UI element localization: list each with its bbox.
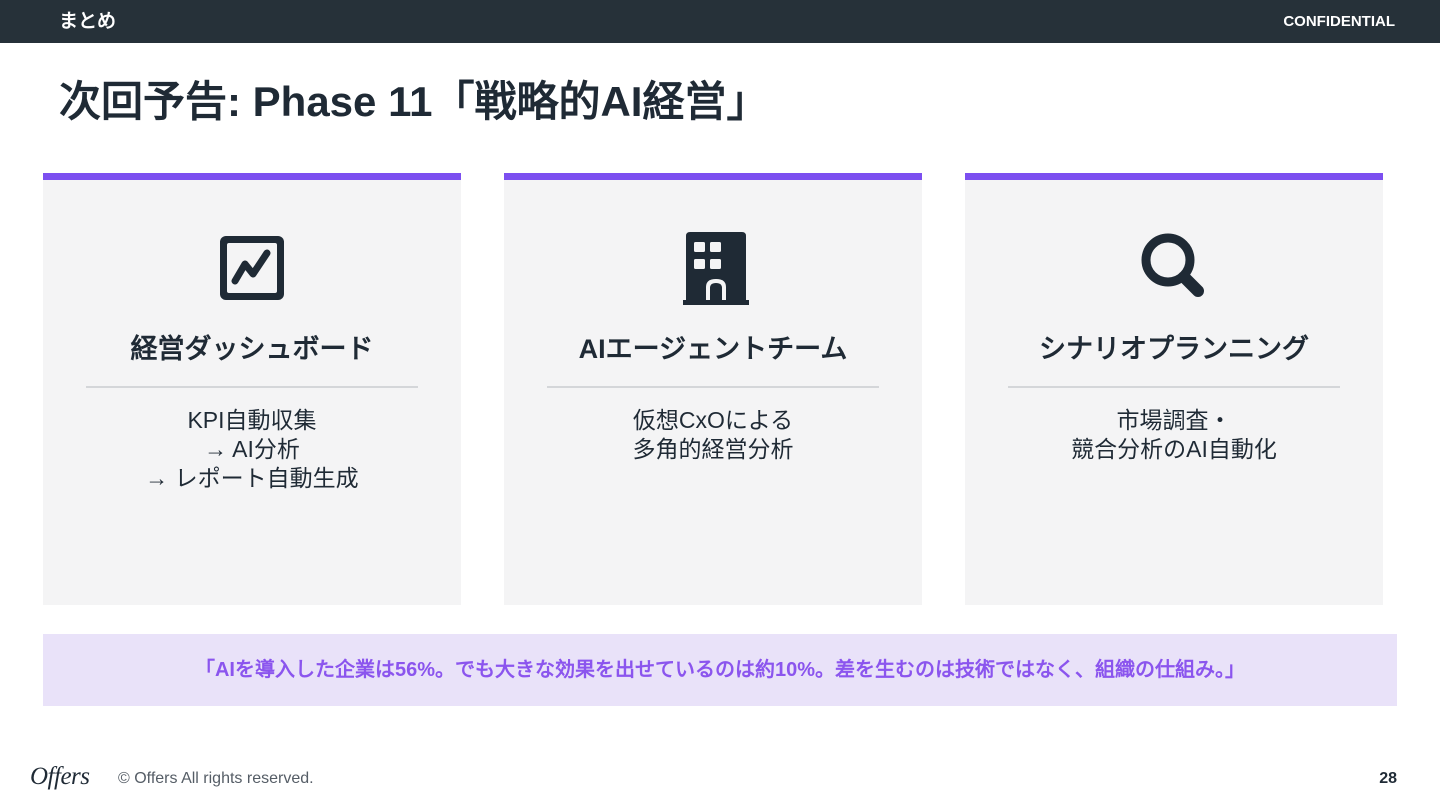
copyright-text: © Offers All rights reserved. (118, 770, 314, 787)
company-logo: Offers (30, 763, 90, 790)
card-divider (1008, 386, 1340, 388)
card-scenario-planning: シナリオプランニング 市場調査・ 競合分析のAI自動化 (965, 173, 1383, 605)
page-title: 次回予告: Phase 11「戦略的AI経営」 (59, 78, 769, 125)
card-description-line: → レポート自動生成 (145, 465, 359, 491)
card-divider (547, 386, 879, 388)
building-icon (673, 228, 753, 308)
search-icon (1134, 228, 1214, 308)
card-description-line: → AI分析 (204, 436, 300, 462)
card-title: シナリオプランニング (1039, 334, 1309, 364)
card-divider (86, 386, 418, 388)
card-description: 市場調査・ 競合分析のAI自動化 (985, 406, 1363, 464)
quote-text: 「AIを導入した企業は56%。でも大きな効果を出せているのは約10%。差を生むの… (194, 659, 1246, 681)
card-description-line: 多角的経営分析 (632, 436, 794, 462)
card-description-line: KPI自動収集 (187, 407, 317, 433)
card-description-line: 仮想CxOによる (632, 407, 794, 433)
section-label: まとめ (59, 11, 117, 32)
card-dashboard: 経営ダッシュボード KPI自動収集 → AI分析 → レポート自動生成 (43, 173, 461, 605)
page-number: 28 (1379, 770, 1397, 787)
header-bar: まとめ CONFIDENTIAL (0, 0, 1440, 43)
confidential-label: CONFIDENTIAL (1283, 13, 1395, 30)
card-description-line: 市場調査・ (1116, 407, 1232, 433)
card-description: KPI自動収集 → AI分析 → レポート自動生成 (63, 406, 441, 493)
card-description: 仮想CxOによる 多角的経営分析 (524, 406, 902, 464)
card-ai-agent-team: AIエージェントチーム 仮想CxOによる 多角的経営分析 (504, 173, 922, 605)
card-title: 経営ダッシュボード (130, 334, 374, 364)
card-description-line: 競合分析のAI自動化 (1071, 436, 1277, 462)
card-title: AIエージェントチーム (578, 334, 848, 364)
quote-banner: 「AIを導入した企業は56%。でも大きな効果を出せているのは約10%。差を生むの… (43, 634, 1397, 706)
chart-line-icon (212, 228, 292, 308)
